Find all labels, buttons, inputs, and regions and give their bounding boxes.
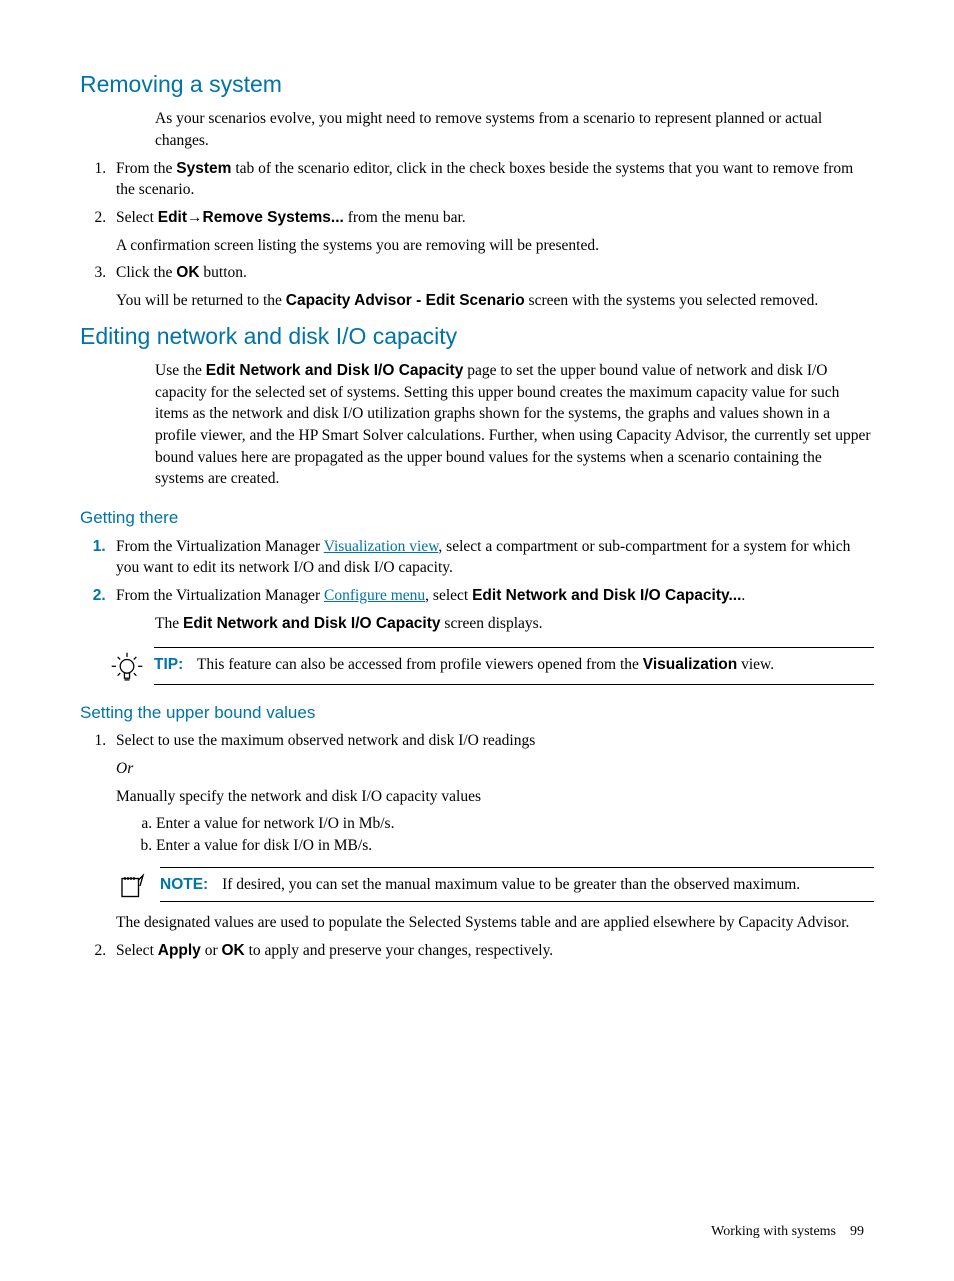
step-3: Click the OK button. You will be returne…: [110, 262, 874, 311]
heading-setting-upper: Setting the upper bound values: [80, 701, 874, 725]
steps-getting-there: From the Virtualization Manager Visualiz…: [80, 536, 874, 607]
gt-display-text: The Edit Network and Disk I/O Capacity s…: [155, 613, 874, 635]
steps-removing: From the System tab of the scenario edit…: [80, 158, 874, 312]
intro-removing: As your scenarios evolve, you might need…: [155, 108, 874, 151]
heading-getting-there: Getting there: [80, 506, 874, 530]
lightbulb-icon: [110, 647, 154, 685]
step-1: From the System tab of the scenario edit…: [110, 158, 874, 201]
steps-setting: Select to use the maximum observed netwo…: [80, 730, 874, 962]
substep-b: Enter a value for disk I/O in MB/s.: [156, 835, 874, 857]
configure-menu-link[interactable]: Configure menu: [324, 587, 425, 604]
note-icon: [116, 867, 160, 903]
intro-editing: Use the Edit Network and Disk I/O Capaci…: [155, 360, 874, 490]
substeps: Enter a value for network I/O in Mb/s. E…: [116, 813, 874, 856]
set-step-1: Select to use the maximum observed netwo…: [110, 730, 874, 934]
tip-label: TIP:: [154, 656, 183, 673]
tip-callout: TIP: This feature can also be accessed f…: [110, 647, 874, 685]
page-number: 99: [850, 1224, 864, 1239]
heading-removing-system: Removing a system: [80, 68, 874, 100]
footer: Working with systems 99: [80, 1222, 874, 1242]
heading-editing-io: Editing network and disk I/O capacity: [80, 320, 874, 352]
footer-section: Working with systems: [711, 1224, 836, 1239]
note-label: NOTE:: [160, 876, 208, 893]
set-step-2: Select Apply or OK to apply and preserve…: [110, 940, 874, 962]
substep-a: Enter a value for network I/O in Mb/s.: [156, 813, 874, 835]
gt-step-1: From the Virtualization Manager Visualiz…: [110, 536, 874, 579]
visualization-view-link[interactable]: Visualization view: [324, 538, 439, 555]
note-callout: NOTE: If desired, you can set the manual…: [116, 867, 874, 903]
step-2: Select Edit→Remove Systems... from the m…: [110, 207, 874, 256]
gt-step-2: From the Virtualization Manager Configur…: [110, 585, 874, 607]
